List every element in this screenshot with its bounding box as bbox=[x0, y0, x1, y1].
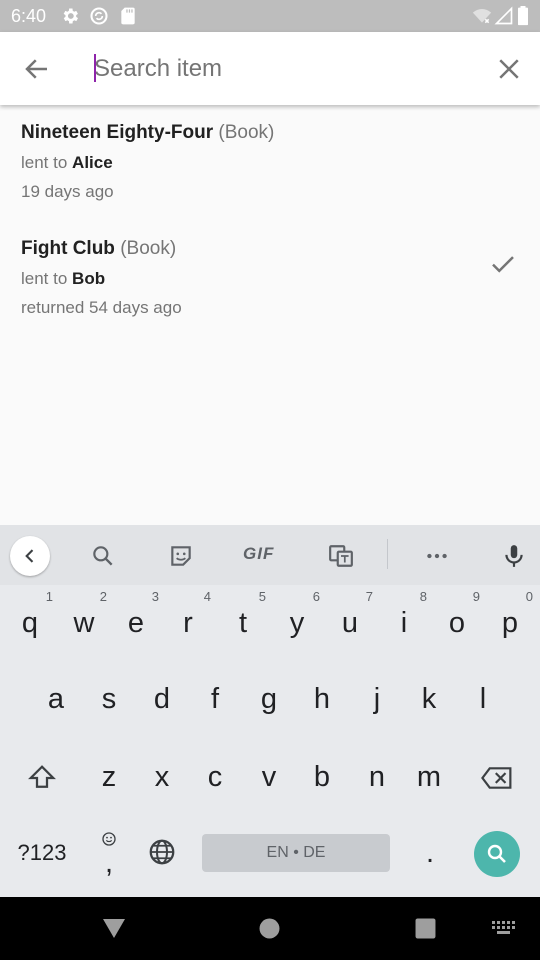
key-u[interactable]: u7 bbox=[323, 589, 377, 653]
sd-card-icon bbox=[121, 7, 135, 25]
key-z[interactable]: z bbox=[82, 747, 136, 807]
key-q[interactable]: q1 bbox=[3, 589, 57, 653]
key-k[interactable]: k bbox=[402, 669, 456, 729]
symbols-key[interactable]: ?123 bbox=[8, 823, 76, 883]
home-nav-icon[interactable] bbox=[259, 918, 280, 939]
wifi-icon bbox=[472, 9, 492, 24]
item-lent-line: lent to Bob bbox=[21, 269, 105, 289]
search-icon[interactable] bbox=[90, 543, 116, 569]
period-key[interactable]: . bbox=[403, 823, 457, 883]
item-type: (Book) bbox=[218, 122, 275, 143]
backspace-key[interactable] bbox=[470, 747, 524, 807]
status-time: 6:40 bbox=[11, 6, 47, 26]
key-x[interactable]: x bbox=[135, 747, 189, 807]
lent-person: Alice bbox=[72, 153, 113, 172]
key-d[interactable]: d bbox=[135, 669, 189, 729]
keyboard-toolbar: GIF bbox=[0, 525, 540, 585]
gif-button[interactable]: GIF bbox=[243, 544, 274, 564]
backspace-icon bbox=[481, 767, 512, 789]
key-j[interactable]: j bbox=[350, 669, 404, 729]
key-a[interactable]: a bbox=[29, 669, 83, 729]
search-app-bar bbox=[0, 32, 540, 105]
lent-prefix: lent to bbox=[21, 269, 73, 288]
translate-icon[interactable] bbox=[328, 543, 354, 569]
shift-icon bbox=[28, 765, 56, 788]
text-cursor bbox=[94, 54, 96, 82]
item-type: (Book) bbox=[120, 238, 177, 259]
key-t[interactable]: t5 bbox=[216, 589, 270, 653]
key-w[interactable]: w2 bbox=[57, 589, 111, 653]
chevron-left-icon bbox=[25, 549, 34, 563]
settings-icon bbox=[63, 8, 78, 24]
key-c[interactable]: c bbox=[188, 747, 242, 807]
list-item[interactable]: Fight Club (Book) lent to Bob returned 5… bbox=[0, 221, 540, 337]
arrow-back-icon[interactable] bbox=[22, 54, 52, 84]
search-icon bbox=[487, 844, 506, 863]
globe-icon bbox=[149, 839, 175, 865]
signal-icon bbox=[494, 6, 513, 25]
item-title-line: Fight Club (Book) bbox=[21, 238, 176, 260]
key-p[interactable]: p0 bbox=[483, 589, 537, 653]
key-o[interactable]: o9 bbox=[430, 589, 484, 653]
recents-nav-icon[interactable] bbox=[415, 918, 436, 939]
key-l[interactable]: l bbox=[456, 669, 510, 729]
item-time: 19 days ago bbox=[21, 182, 114, 201]
item-time: returned 54 days ago bbox=[21, 298, 182, 317]
item-lent-line: lent to Alice bbox=[21, 153, 113, 173]
search-input[interactable] bbox=[94, 50, 474, 88]
sticker-icon[interactable] bbox=[168, 543, 194, 569]
key-h[interactable]: h bbox=[295, 669, 349, 729]
key-r[interactable]: r4 bbox=[161, 589, 215, 653]
lent-person: Bob bbox=[72, 269, 106, 288]
comma-key[interactable]: , bbox=[82, 823, 136, 883]
status-bar: 6:40 bbox=[0, 0, 540, 32]
key-g[interactable]: g bbox=[242, 669, 296, 729]
key-n[interactable]: n bbox=[350, 747, 404, 807]
key-f[interactable]: f bbox=[188, 669, 242, 729]
battery-icon bbox=[518, 6, 528, 26]
microphone-icon[interactable] bbox=[501, 543, 527, 569]
key-i[interactable]: i8 bbox=[377, 589, 431, 653]
toolbar-divider bbox=[387, 539, 388, 569]
close-icon[interactable] bbox=[494, 54, 524, 84]
sync-icon bbox=[90, 7, 108, 25]
check-icon bbox=[492, 256, 514, 273]
more-icon[interactable] bbox=[424, 543, 450, 569]
language-key[interactable] bbox=[135, 823, 189, 883]
search-action-button[interactable] bbox=[474, 831, 520, 877]
comma-label: , bbox=[104, 847, 114, 879]
key-m[interactable]: m bbox=[402, 747, 456, 807]
item-title-line: Nineteen Eighty-Four (Book) bbox=[21, 122, 274, 144]
soft-keyboard: GIF q1 w2 e3 r4 t5 y6 u7 i8 o9 p0 a s d … bbox=[0, 525, 540, 897]
keyboard-switch-icon[interactable] bbox=[492, 921, 516, 935]
shift-key[interactable] bbox=[15, 747, 69, 807]
lent-items-list: Nineteen Eighty-Four (Book) lent to Alic… bbox=[0, 105, 540, 337]
space-bar[interactable]: EN • DE bbox=[202, 834, 390, 872]
key-y[interactable]: y6 bbox=[270, 589, 324, 653]
key-s[interactable]: s bbox=[82, 669, 136, 729]
item-title: Nineteen Eighty-Four bbox=[21, 122, 214, 143]
list-item[interactable]: Nineteen Eighty-Four (Book) lent to Alic… bbox=[0, 105, 540, 221]
collapse-toolbar-button[interactable] bbox=[10, 536, 50, 576]
key-v[interactable]: v bbox=[242, 747, 296, 807]
key-e[interactable]: e3 bbox=[109, 589, 163, 653]
lent-prefix: lent to bbox=[21, 153, 73, 172]
key-b[interactable]: b bbox=[295, 747, 349, 807]
back-nav-icon[interactable] bbox=[102, 917, 126, 939]
item-title: Fight Club bbox=[21, 238, 115, 259]
navigation-bar bbox=[0, 897, 540, 960]
